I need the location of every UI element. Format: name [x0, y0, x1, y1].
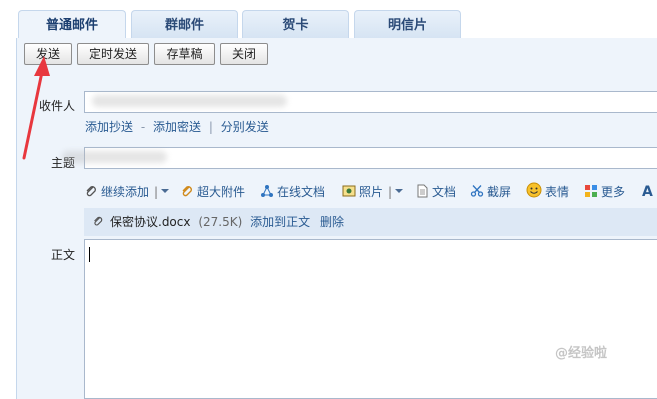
- scheduled-send-button[interactable]: 定时发送: [77, 43, 149, 65]
- attachment-size: (27.5K): [198, 215, 243, 229]
- photo-icon: [342, 185, 356, 197]
- save-draft-button[interactable]: 存草稿: [154, 43, 215, 65]
- emoji-label: 表情: [545, 185, 570, 199]
- chevron-down-icon: [161, 189, 170, 193]
- body-label: 正文: [50, 248, 75, 262]
- separate-send-link[interactable]: 分别发送: [221, 120, 269, 134]
- close-button[interactable]: 关闭: [220, 43, 268, 65]
- online-doc-button[interactable]: 在线文档: [260, 182, 325, 202]
- watermark: @经验啦: [555, 346, 608, 361]
- document-label: 文档: [432, 185, 457, 199]
- separator: |: [208, 120, 213, 134]
- paperclip-icon: [182, 186, 192, 197]
- grid-icon: [585, 185, 597, 197]
- recipient-label: 收件人: [38, 99, 75, 113]
- large-attachment-label: 超大附件: [197, 185, 246, 199]
- continue-add-label: 继续添加: [101, 185, 150, 199]
- document-icon: [417, 184, 428, 198]
- smiley-icon: [526, 182, 542, 198]
- body-editor[interactable]: [84, 239, 657, 399]
- online-doc-label: 在线文档: [277, 185, 326, 199]
- redacted-subject: [62, 151, 167, 163]
- font-format-button[interactable]: A: [642, 182, 653, 202]
- tab-greeting-card[interactable]: 贺卡: [242, 10, 349, 38]
- subject-input[interactable]: [84, 147, 657, 169]
- paperclip-icon: [94, 216, 103, 226]
- attachment-filename: 保密协议.docx: [110, 215, 191, 229]
- tab-normal-mail[interactable]: 普通邮件: [18, 10, 126, 38]
- document-button[interactable]: 文档: [415, 182, 456, 202]
- photo-dropdown[interactable]: |: [388, 182, 404, 202]
- emoji-button[interactable]: 表情: [526, 182, 569, 202]
- more-button[interactable]: 更多: [584, 182, 625, 202]
- photo-label: 照片: [359, 185, 384, 199]
- continue-add-dropdown[interactable]: |: [154, 182, 170, 202]
- add-to-body-link[interactable]: 添加到正文: [250, 215, 310, 229]
- separator: -: [140, 120, 146, 134]
- attachment-item: 保密协议.docx (27.5K) 添加到正文 删除: [84, 208, 657, 236]
- dropdown-divider: |: [388, 185, 393, 199]
- paperclip-icon: [86, 186, 96, 197]
- send-button[interactable]: 发送: [24, 43, 72, 65]
- more-label: 更多: [601, 185, 626, 199]
- tab-postcard[interactable]: 明信片: [354, 10, 461, 38]
- tab-group-mail[interactable]: 群邮件: [131, 10, 238, 38]
- scissors-icon: [470, 185, 484, 197]
- add-cc-link[interactable]: 添加抄送: [85, 120, 133, 134]
- chevron-down-icon: [395, 189, 404, 193]
- screenshot-label: 截屏: [487, 185, 512, 199]
- add-bcc-link[interactable]: 添加密送: [153, 120, 201, 134]
- photo-button[interactable]: 照片: [342, 182, 383, 202]
- screenshot-button[interactable]: 截屏: [470, 182, 511, 202]
- text-caret: [89, 247, 90, 262]
- dropdown-divider: |: [154, 185, 159, 199]
- continue-add-button[interactable]: 继续添加: [84, 182, 149, 202]
- large-attachment-button[interactable]: 超大附件: [180, 182, 245, 202]
- delete-attachment-link[interactable]: 删除: [320, 215, 344, 229]
- share-network-icon: [261, 185, 273, 197]
- recipient-options: 添加抄送 - 添加密送 | 分别发送: [85, 118, 269, 135]
- redacted-recipient: [92, 95, 287, 107]
